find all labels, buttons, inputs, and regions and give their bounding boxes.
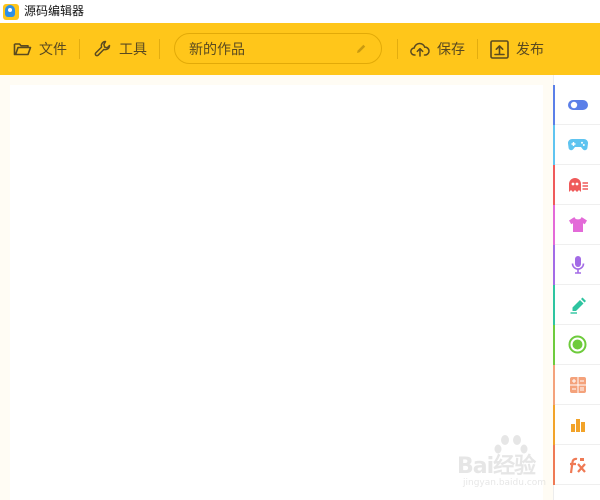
pencil-icon[interactable] bbox=[355, 43, 367, 55]
category-gamepad[interactable] bbox=[553, 125, 600, 165]
circle-target-icon bbox=[568, 335, 587, 354]
project-name-text: 新的作品 bbox=[189, 41, 245, 58]
title-bar: 源码编辑器 bbox=[0, 0, 600, 23]
cloud-upload-icon bbox=[410, 42, 430, 57]
toolbar-divider bbox=[397, 39, 398, 59]
category-pen[interactable] bbox=[553, 285, 600, 325]
publish-upload-icon bbox=[490, 39, 509, 59]
toggle-icon bbox=[567, 99, 588, 110]
save-label: 保存 bbox=[437, 42, 465, 58]
category-operators[interactable] bbox=[553, 325, 600, 365]
app-logo-icon bbox=[3, 3, 19, 20]
calculator-icon bbox=[569, 376, 586, 393]
window-title: 源码编辑器 bbox=[24, 4, 85, 18]
workspace bbox=[0, 75, 553, 500]
category-microphone[interactable] bbox=[553, 245, 600, 285]
tshirt-icon bbox=[568, 217, 587, 232]
ghost-icon bbox=[568, 177, 588, 192]
category-calculator[interactable] bbox=[553, 365, 600, 405]
toolbar-divider bbox=[159, 39, 160, 59]
gamepad-icon bbox=[567, 138, 588, 151]
publish-label: 发布 bbox=[516, 42, 544, 58]
file-menu-label: 文件 bbox=[39, 42, 67, 58]
microphone-icon bbox=[571, 256, 584, 274]
code-canvas[interactable] bbox=[10, 85, 543, 500]
category-function[interactable] bbox=[553, 445, 600, 485]
save-button[interactable]: 保存 bbox=[410, 23, 465, 75]
function-icon bbox=[569, 457, 586, 473]
tools-menu-button[interactable]: 工具 bbox=[94, 23, 147, 75]
file-menu-button[interactable]: 文件 bbox=[13, 23, 67, 75]
toolbar: 文件 工具 新的作品 保存 发布 bbox=[0, 23, 600, 75]
pen-icon bbox=[570, 297, 586, 314]
folder-icon bbox=[13, 43, 32, 56]
bar-chart-icon bbox=[570, 418, 585, 432]
block-category-sidebar bbox=[553, 75, 600, 500]
category-tshirt[interactable] bbox=[553, 205, 600, 245]
wrench-icon bbox=[94, 40, 111, 57]
tools-menu-label: 工具 bbox=[119, 42, 147, 58]
category-toggle[interactable] bbox=[553, 85, 600, 125]
toolbar-divider bbox=[79, 39, 80, 59]
category-chart[interactable] bbox=[553, 405, 600, 445]
project-name-field[interactable]: 新的作品 bbox=[174, 33, 382, 64]
category-ghost[interactable] bbox=[553, 165, 600, 205]
toolbar-divider bbox=[477, 39, 478, 59]
publish-button[interactable]: 发布 bbox=[490, 23, 544, 75]
